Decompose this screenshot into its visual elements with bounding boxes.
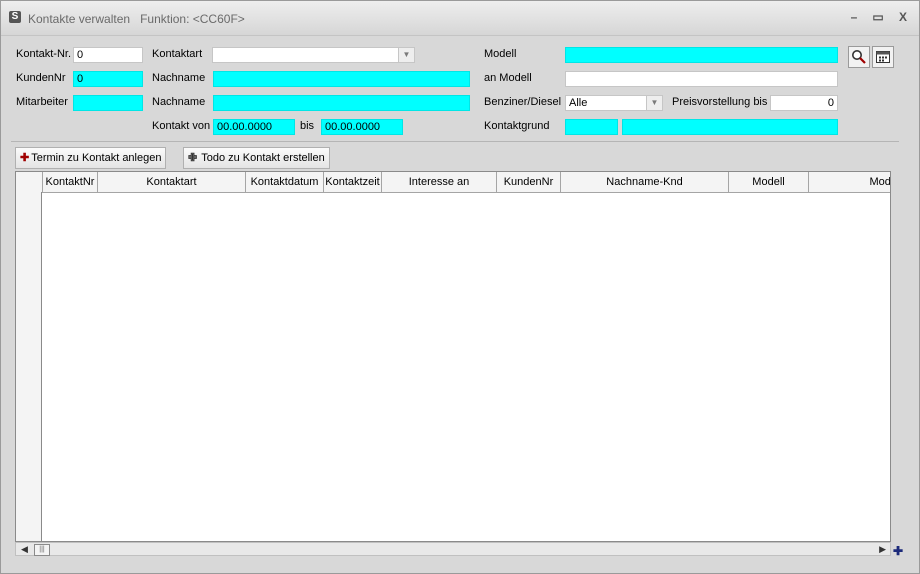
nachname-field-1[interactable] (213, 71, 470, 87)
window-title-text: Kontakte verwalten (28, 12, 131, 26)
close-button[interactable]: X (896, 10, 910, 24)
plus-icon: ✚ (20, 152, 30, 164)
kunden-nr-label: KundenNr (16, 72, 66, 84)
preisvorstellung-label: Preisvorstellung bis (672, 96, 768, 108)
column-header-kundennr[interactable]: KundenNr (497, 172, 561, 192)
minimize-button[interactable]: – (847, 10, 861, 24)
scroll-right-icon[interactable]: ▶ (879, 543, 886, 555)
column-header-kontaktdatum[interactable]: Kontaktdatum (246, 172, 324, 192)
modell-label: Modell (484, 48, 517, 60)
column-header-kontaktnr[interactable]: KontaktNr (43, 172, 98, 192)
column-header-kontaktart[interactable]: Kontaktart (98, 172, 246, 192)
calendar-button[interactable] (872, 46, 894, 68)
contacts-window: S Kontakte verwalten Funktion: <CC60F> – … (0, 0, 920, 574)
scroll-left-icon[interactable]: ◀ (21, 543, 28, 555)
kontakt-bis-field[interactable]: 00.00.0000 (321, 119, 403, 135)
nachname-label-1: Nachname (152, 72, 206, 84)
magnifier-icon (852, 50, 866, 64)
column-header-modell-2[interactable]: Mode (809, 172, 890, 192)
app-logo-icon: S (9, 11, 21, 23)
kraftstoff-label: Benziner/Diesel (484, 96, 562, 108)
kontakt-nr-field[interactable]: 0 (73, 47, 143, 63)
kontaktgrund-text-field[interactable] (622, 119, 838, 135)
termin-anlegen-button[interactable]: ✚ Termin zu Kontakt anlegen (15, 147, 167, 169)
kontaktgrund-label: Kontaktgrund (484, 120, 550, 132)
mitarbeiter-field[interactable] (73, 95, 143, 111)
column-header-interesse[interactable]: Interesse an (382, 172, 497, 192)
kontakt-von-label: Kontakt von (152, 120, 211, 132)
add-row-icon[interactable]: ✚ (893, 545, 903, 557)
todo-erstellen-label: Todo zu Kontakt erstellen (201, 152, 325, 164)
kontaktart-select[interactable]: ▼ (212, 47, 415, 63)
calendar-icon (876, 51, 890, 63)
chevron-down-icon[interactable]: ▼ (646, 96, 662, 110)
mitarbeiter-label: Mitarbeiter (16, 96, 68, 108)
header-corner (16, 172, 43, 192)
nachname-label-2: Nachname (152, 96, 206, 108)
row-indicator-column (16, 192, 42, 541)
scroll-thumb[interactable]: ||| (34, 544, 50, 556)
column-header-nachname-knd[interactable]: Nachname-Knd (561, 172, 729, 192)
kontaktgrund-code-field[interactable] (565, 119, 618, 135)
horizontal-scrollbar[interactable]: ◀ ||| ▶ (15, 542, 891, 556)
an-modell-field[interactable] (565, 71, 838, 87)
kraftstoff-select[interactable]: Alle ▼ (565, 95, 663, 111)
an-modell-label: an Modell (484, 72, 532, 84)
bis-label: bis (300, 120, 315, 132)
todo-erstellen-button[interactable]: ✙ Todo zu Kontakt erstellen (183, 147, 330, 169)
modell-field[interactable] (565, 47, 838, 63)
kontaktart-label: Kontaktart (152, 48, 203, 60)
plus-outline-icon: ✙ (188, 152, 198, 164)
column-header-kontaktzeit[interactable]: Kontaktzeit (324, 172, 382, 192)
kontakt-nr-label: Kontakt-Nr. (16, 48, 72, 60)
preisvorstellung-field[interactable]: 0 (770, 95, 838, 111)
column-header-modell[interactable]: Modell (729, 172, 809, 192)
search-button[interactable] (848, 46, 870, 68)
title-bar[interactable]: S Kontakte verwalten Funktion: <CC60F> – … (1, 1, 919, 36)
chevron-down-icon[interactable]: ▼ (398, 48, 414, 62)
window-title: Kontakte verwalten Funktion: <CC60F> (28, 12, 245, 26)
contacts-table[interactable]: KontaktNr Kontaktart Kontaktdatum Kontak… (15, 171, 891, 542)
kontakt-von-field[interactable]: 00.00.0000 (213, 119, 295, 135)
kunden-nr-field[interactable]: 0 (73, 71, 143, 87)
filter-panel: Kontakt-Nr. 0 KundenNr 0 Mitarbeiter Kon… (11, 41, 899, 142)
termin-anlegen-label: Termin zu Kontakt anlegen (31, 152, 162, 164)
maximize-button[interactable]: ▭ (871, 10, 885, 24)
window-function-code: Funktion: <CC60F> (140, 12, 245, 26)
kraftstoff-value: Alle (569, 97, 588, 109)
table-header: KontaktNr Kontaktart Kontaktdatum Kontak… (16, 172, 890, 193)
nachname-field-2[interactable] (213, 95, 470, 111)
